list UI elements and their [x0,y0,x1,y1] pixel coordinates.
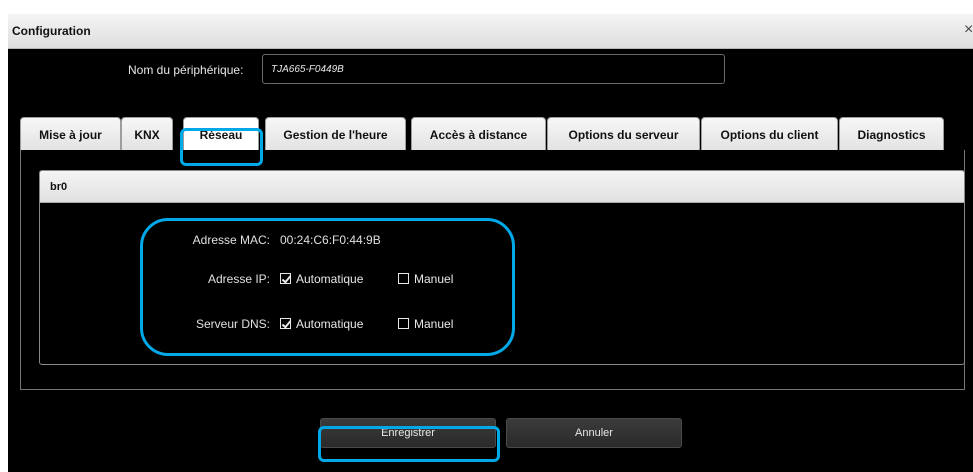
tab-diagnostics[interactable]: Diagnostics [839,117,944,151]
dns-manual-checkbox[interactable]: Manuel [398,317,453,331]
dns-manual-label: Manuel [414,317,454,331]
checkbox-unchecked-icon [398,318,409,329]
tab-mise-a-jour[interactable]: Mise à jour [20,117,121,151]
checkbox-checked-icon [280,273,291,284]
interface-section: br0 [39,170,965,365]
ip-manual-checkbox[interactable]: Manuel [398,272,453,286]
interface-title: br0 [50,181,68,193]
ip-automatic-label: Automatique [296,272,364,286]
device-name-label: Nom du périphérique: [128,63,244,77]
checkbox-checked-icon [280,318,291,329]
ip-manual-label: Manuel [414,272,454,286]
cancel-button[interactable]: Annuler [506,418,682,448]
dns-automatic-label: Automatique [296,317,364,331]
tab-reseau[interactable]: Réseau [183,117,259,151]
tab-gestion-heure[interactable]: Gestion de l'heure [265,117,406,151]
ip-address-label: Adresse IP: [207,272,270,286]
tab-options-client[interactable]: Options du client [701,117,838,151]
title-bar: Configuration × [8,14,973,49]
interface-header: br0 [40,171,964,203]
ip-automatic-checkbox[interactable]: Automatique [280,272,363,286]
checkbox-unchecked-icon [398,273,409,284]
save-button[interactable]: Enregistrer [320,418,496,448]
dns-server-label: Serveur DNS: [195,317,270,331]
dialog-title: Configuration [12,24,91,38]
mac-address-value: 00:24:C6:F0:44:9B [280,233,381,247]
mac-address-label: Adresse MAC: [192,233,270,247]
tab-knx[interactable]: KNX [121,117,173,151]
close-icon[interactable]: × [964,21,973,39]
tab-options-serveur[interactable]: Options du serveur [547,117,700,151]
tab-acces-distance[interactable]: Accès à distance [411,117,546,151]
device-name-field[interactable] [262,54,725,84]
dns-automatic-checkbox[interactable]: Automatique [280,317,363,331]
tab-bar: Mise à jour KNX Réseau Gestion de l'heur… [20,117,965,151]
